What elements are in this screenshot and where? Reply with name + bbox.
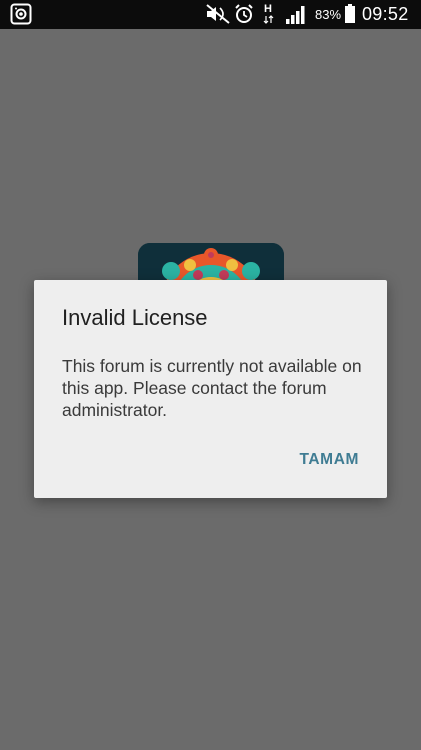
signal-icon	[285, 3, 309, 30]
ok-button[interactable]: TAMAM	[299, 451, 359, 469]
alarm-icon	[233, 3, 255, 30]
screen-recorder-icon	[10, 3, 32, 25]
screen: H 83% 09:52 Invalid License This forum i…	[0, 0, 421, 750]
mute-icon	[205, 3, 231, 30]
invalid-license-dialog: Invalid License This forum is currently …	[34, 280, 387, 498]
battery-percent: 83%	[315, 7, 342, 22]
network-type-label: H	[264, 3, 272, 15]
status-bar: H 83% 09:52	[0, 0, 421, 29]
status-icons: H 83% 09:52	[201, 0, 421, 29]
hspa-data-icon: H	[263, 2, 275, 31]
dialog-title: Invalid License	[62, 305, 208, 330]
clock: 09:52	[362, 4, 409, 24]
battery-icon	[344, 3, 356, 30]
dialog-message: This forum is currently not available on…	[62, 356, 362, 420]
